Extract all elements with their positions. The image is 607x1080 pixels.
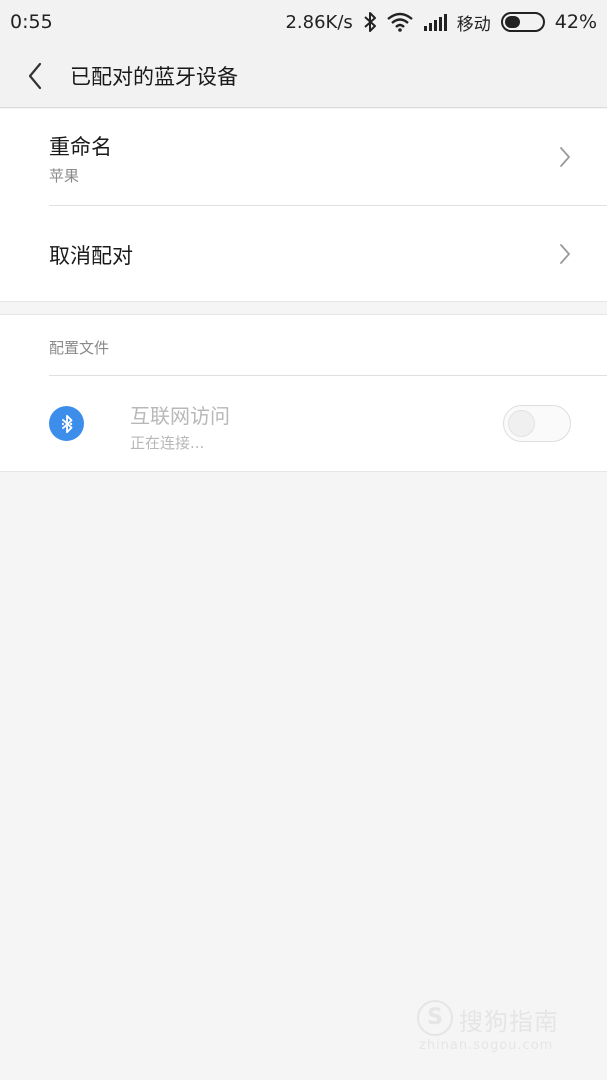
device-name-value: 苹果	[49, 167, 80, 185]
bluetooth-icon	[49, 406, 84, 441]
chevron-right-icon	[560, 147, 570, 167]
section-title: 配置文件	[49, 339, 110, 357]
rename-row[interactable]: 重命名 苹果	[49, 109, 607, 206]
sogou-logo-icon: S	[417, 1000, 453, 1036]
watermark-url: zhinan.sogou.com	[419, 1038, 554, 1053]
rename-label: 重命名	[49, 135, 112, 159]
signal-icon	[423, 13, 447, 31]
status-bar: 0:55 2.86K/s 移动 42%	[0, 0, 607, 44]
battery-icon	[500, 12, 545, 32]
internet-access-toggle[interactable]	[503, 405, 571, 442]
sogou-watermark: S 搜狗指南 zhinan.sogou.com	[417, 998, 587, 1058]
bluetooth-icon	[363, 11, 377, 33]
back-button[interactable]	[0, 44, 70, 108]
profile-row-internet-access: 互联网访问 正在连接...	[0, 376, 607, 471]
chevron-right-icon	[560, 243, 570, 264]
profile-status: 正在连接...	[130, 434, 205, 452]
profiles-card: 配置文件 互联网访问 正在连接...	[0, 314, 607, 472]
battery-level-fill	[504, 16, 520, 28]
profile-name: 互联网访问	[130, 404, 230, 428]
device-settings-card: 重命名 苹果 取消配对	[0, 109, 607, 302]
toggle-knob	[508, 410, 535, 437]
watermark-brand: 搜狗指南	[459, 1008, 559, 1036]
app-header: 已配对的蓝牙设备	[0, 44, 607, 108]
unpair-label: 取消配对	[49, 244, 133, 268]
status-time: 0:55	[10, 11, 53, 33]
carrier-name: 移动	[456, 14, 491, 35]
battery-percent: 42%	[554, 11, 597, 33]
status-icons: 2.86K/s 移动 42%	[285, 10, 597, 35]
wifi-icon	[386, 12, 413, 32]
unpair-row[interactable]: 取消配对	[49, 206, 607, 301]
network-speed: 2.86K/s	[285, 11, 353, 33]
page-title: 已配对的蓝牙设备	[70, 64, 238, 89]
chevron-left-icon	[28, 62, 42, 89]
